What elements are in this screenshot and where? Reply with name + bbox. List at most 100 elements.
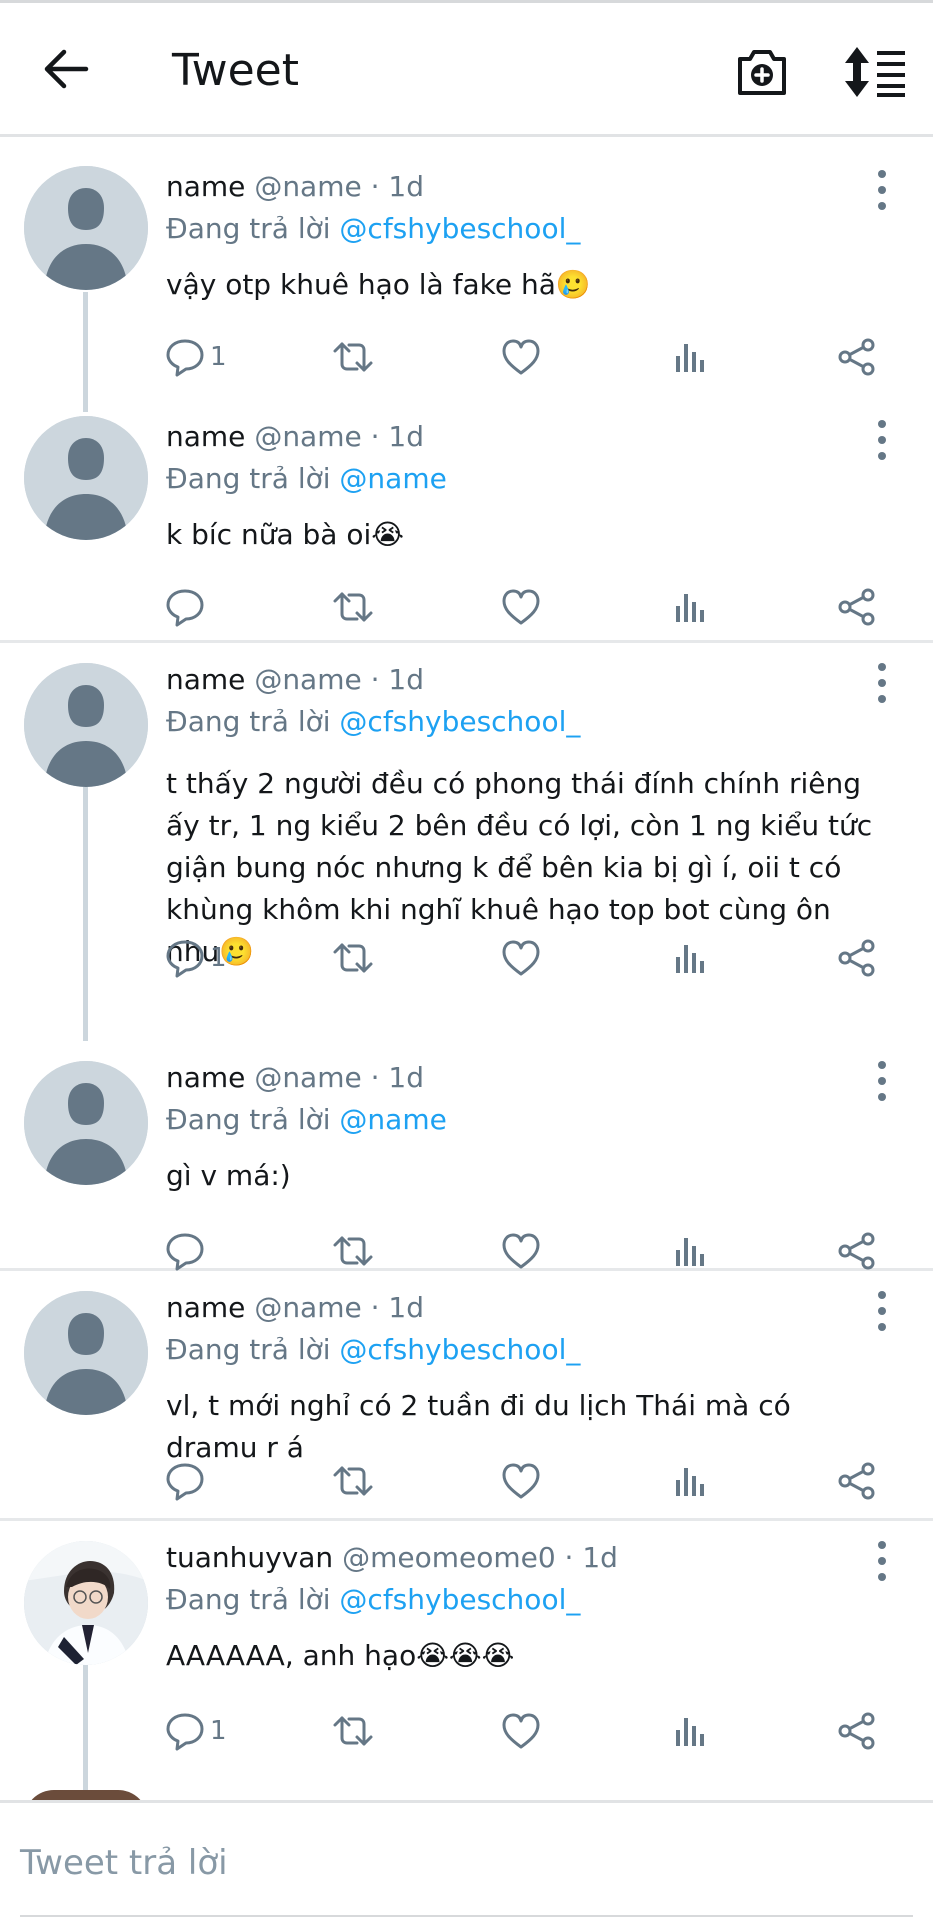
share-icon <box>836 1230 878 1272</box>
author-name[interactable]: name <box>166 1291 245 1324</box>
tweet-author-line[interactable]: name @name · 1d <box>166 1291 424 1324</box>
tweet-actions: 1 <box>160 1706 900 1756</box>
tweet-author-line[interactable]: name @name · 1d <box>166 420 424 453</box>
default-avatar-icon <box>24 663 148 787</box>
mention-link[interactable]: @cfshybeschool_ <box>339 1333 580 1366</box>
arrow-left-icon[interactable] <box>40 43 92 95</box>
compose-reply-bar[interactable]: Tweet trả lời <box>0 1800 933 1920</box>
sort-icon[interactable] <box>843 45 907 99</box>
mention-link[interactable]: @cfshybeschool_ <box>339 1583 580 1616</box>
tweet-item[interactable]: name @name · 1d Đang trả lời @name gì v má… <box>0 1041 933 1271</box>
camera-plus-icon[interactable] <box>735 45 789 99</box>
like-button[interactable] <box>500 1226 542 1276</box>
retweet-button[interactable] <box>332 1706 374 1756</box>
tweet-item[interactable]: name @name · 1d Đang trả lời @cfshybescho… <box>0 1271 933 1521</box>
author-name[interactable]: name <box>166 663 245 696</box>
analytics-button[interactable] <box>668 582 710 632</box>
avatar[interactable] <box>24 166 148 290</box>
tweet-item[interactable]: name @name · 1d Đang trả lời @cfshybescho… <box>0 142 933 412</box>
retweet-button[interactable] <box>332 1456 374 1506</box>
avatar[interactable] <box>24 416 148 540</box>
reply-button[interactable]: 1 <box>164 332 227 382</box>
analytics-button[interactable] <box>668 1226 710 1276</box>
analytics-button[interactable] <box>668 933 710 983</box>
like-button[interactable] <box>500 582 542 632</box>
more-options-icon[interactable] <box>870 1539 894 1583</box>
reply-button[interactable] <box>164 582 210 632</box>
replying-to-label: Đang trả lời <box>166 705 340 738</box>
author-handle-time: @name · 1d <box>254 170 425 203</box>
share-button[interactable] <box>836 933 878 983</box>
retweet-icon <box>332 1460 374 1502</box>
more-options-icon[interactable] <box>870 168 894 212</box>
compose-reply-input[interactable]: Tweet trả lời <box>20 1843 228 1883</box>
analytics-icon <box>668 586 710 628</box>
reply-button[interactable]: 1 <box>164 933 227 983</box>
more-options-icon[interactable] <box>870 1289 894 1333</box>
author-handle-time: @name · 1d <box>254 1291 425 1324</box>
mention-link[interactable]: @name <box>339 462 446 495</box>
reply-button[interactable] <box>164 1456 210 1506</box>
replying-to-label: Đang trả lời <box>166 462 340 495</box>
reply-icon <box>164 937 206 979</box>
retweet-button[interactable] <box>332 332 374 382</box>
tweet-actions: 1 <box>160 332 900 382</box>
analytics-button[interactable] <box>668 1706 710 1756</box>
mention-link[interactable]: @cfshybeschool_ <box>339 212 580 245</box>
avatar[interactable] <box>24 1541 148 1665</box>
reply-count: 1 <box>210 943 227 973</box>
retweet-button[interactable] <box>332 1226 374 1276</box>
author-name[interactable]: name <box>166 1061 245 1094</box>
retweet-button[interactable] <box>332 582 374 632</box>
tweet-author-line[interactable]: name @name · 1d <box>166 663 424 696</box>
like-button[interactable] <box>500 1706 542 1756</box>
tweet-item[interactable]: name @name · 1d Đang trả lời @name k bíc n… <box>0 392 933 643</box>
tweet-author-line[interactable]: name @name · 1d <box>166 1061 424 1094</box>
retweet-icon <box>332 336 374 378</box>
author-name[interactable]: name <box>166 420 245 453</box>
reply-button[interactable]: 1 <box>164 1706 227 1756</box>
tweet-author-line[interactable]: tuanhuyvan @meomeome0 · 1d <box>166 1541 618 1574</box>
mention-link[interactable]: @name <box>339 1103 446 1136</box>
more-options-icon[interactable] <box>870 661 894 705</box>
more-options-icon[interactable] <box>870 418 894 462</box>
tweet-author-line[interactable]: name @name · 1d <box>166 170 424 203</box>
avatar[interactable] <box>24 1061 148 1185</box>
tweet-item[interactable]: tuanhuyvan @meomeome0 · 1d Đang trả lời @… <box>0 1521 933 1800</box>
default-avatar-icon <box>24 166 148 290</box>
retweet-icon <box>332 1710 374 1752</box>
share-button[interactable] <box>836 1456 878 1506</box>
mention-link[interactable]: @cfshybeschool_ <box>339 705 580 738</box>
author-name[interactable]: name <box>166 170 245 203</box>
retweet-icon <box>332 586 374 628</box>
thread-line <box>83 1665 88 1800</box>
share-button[interactable] <box>836 1706 878 1756</box>
replying-to-label: Đang trả lời <box>166 1583 340 1616</box>
retweet-icon <box>332 937 374 979</box>
reply-icon <box>164 336 206 378</box>
author-name[interactable]: tuanhuyvan <box>166 1541 333 1574</box>
share-button[interactable] <box>836 332 878 382</box>
reply-button[interactable] <box>164 1226 210 1276</box>
avatar[interactable] <box>24 1291 148 1415</box>
replying-to-label: Đang trả lời <box>166 212 340 245</box>
replying-to: Đang trả lời @cfshybeschool_ <box>166 212 580 245</box>
analytics-button[interactable] <box>668 1456 710 1506</box>
tweet-item[interactable]: name @name · 1d Đang trả lời @cfshybescho… <box>0 643 933 1041</box>
tweet-text: k bíc nữa bà oi😭 <box>166 518 404 551</box>
share-button[interactable] <box>836 1226 878 1276</box>
analytics-button[interactable] <box>668 332 710 382</box>
avatar[interactable] <box>24 663 148 787</box>
replying-to: Đang trả lời @cfshybeschool_ <box>166 1583 580 1616</box>
like-button[interactable] <box>500 933 542 983</box>
like-button[interactable] <box>500 332 542 382</box>
compose-underline <box>20 1915 913 1917</box>
like-button[interactable] <box>500 1456 542 1506</box>
analytics-icon <box>668 1230 710 1272</box>
retweet-button[interactable] <box>332 933 374 983</box>
replying-to: Đang trả lời @cfshybeschool_ <box>166 1333 580 1366</box>
more-options-icon[interactable] <box>870 1059 894 1103</box>
replying-to: Đang trả lời @name <box>166 1103 447 1136</box>
share-button[interactable] <box>836 582 878 632</box>
replying-to: Đang trả lời @cfshybeschool_ <box>166 705 580 738</box>
